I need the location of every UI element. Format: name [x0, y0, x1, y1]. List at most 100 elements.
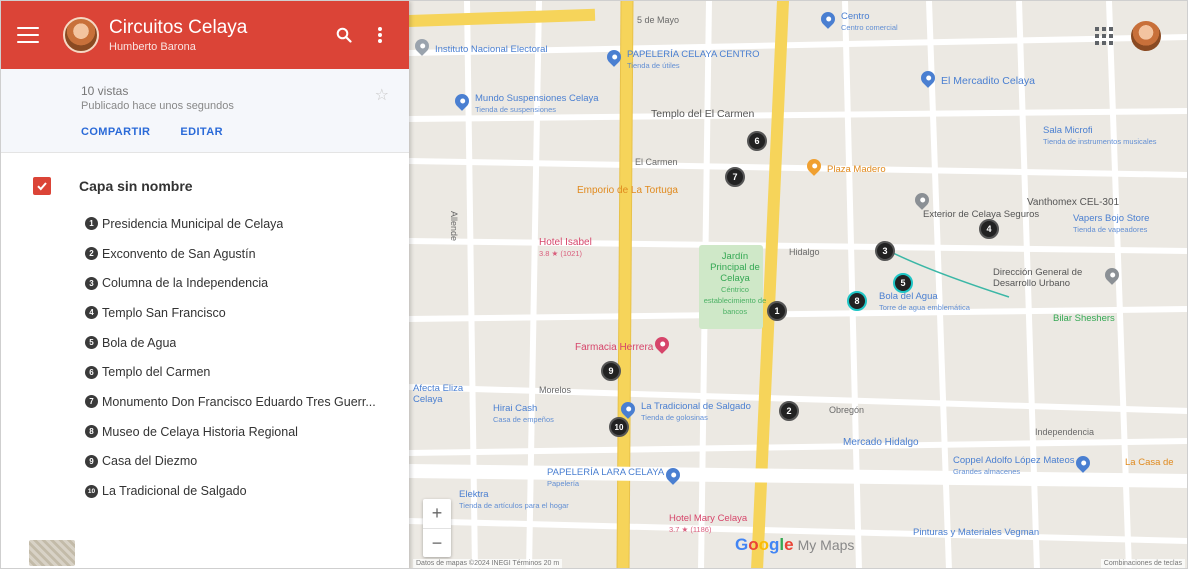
layer-section: Capa sin nombre 1 Presidencia Municipal d… — [1, 153, 409, 506]
list-item-label: Casa del Diezmo — [102, 454, 198, 469]
map-marker-2[interactable]: 2 — [779, 401, 799, 421]
poi[interactable]: Hotel Mary Celaya 3.7 ★ (1186) — [665, 513, 747, 535]
zoom-control: + − — [423, 499, 451, 557]
zoom-out-button[interactable]: − — [423, 528, 451, 557]
poi[interactable]: Centro Centro comercial — [818, 9, 898, 33]
poi[interactable]: Sala Microfi Tienda de instrumentos music… — [1039, 125, 1157, 147]
map-marker-5[interactable]: 5 — [893, 273, 913, 293]
poi[interactable]: Templo del El Carmen — [647, 109, 754, 120]
poi[interactable]: Mundo Suspensiones Celaya Tienda de suspe… — [452, 91, 599, 115]
poi[interactable]: La Casa de — [1121, 457, 1174, 468]
list-item-label: Templo San Francisco — [102, 305, 226, 320]
map-marker-3[interactable]: 3 — [875, 241, 895, 261]
street-label: Allende — [449, 210, 460, 242]
app-root: 5 de Mayo El Carmen Hidalgo Morelos Alle… — [0, 0, 1188, 569]
layer-items: 1 Presidencia Municipal de Celaya 2 Exconv… — [1, 209, 409, 506]
map-marker-1[interactable]: 1 — [767, 301, 787, 321]
street-label: Morelos — [539, 385, 572, 395]
map-attribution[interactable]: Datos de mapas ©2024 INEGI Términos 20 m — [413, 559, 563, 568]
list-item-label: La Tradicional de Salgado — [102, 484, 247, 499]
more-options-icon[interactable] — [365, 20, 395, 50]
poi[interactable]: Hotel Isabel 3.8 ★ (1021) — [535, 237, 592, 259]
poi[interactable]: Coppel Adolfo López Mateos Grandes almace… — [949, 453, 1094, 477]
list-item[interactable]: 6 Templo del Carmen — [1, 357, 409, 387]
list-item[interactable]: 7 Monumento Don Francisco Eduardo Tres Gu… — [1, 387, 409, 417]
list-item[interactable]: 5 Bola de Agua — [1, 328, 409, 358]
list-item-label: Columna de la Independencia — [102, 276, 269, 291]
google-my-maps-logo: Google My Maps — [735, 535, 854, 555]
number-badge: 6 — [85, 365, 98, 379]
poi[interactable]: Hirai Cash Casa de empeños — [489, 403, 554, 425]
poi[interactable]: PAPELERÍA LARA CELAYA Papelería — [543, 465, 684, 489]
poi[interactable]: Elektra Tienda de artículos para el hogar — [455, 489, 569, 511]
poi[interactable]: Pinturas y Materiales Vegman — [909, 527, 1039, 538]
map-author: Humberto Barona — [109, 41, 196, 53]
layer-visibility-checkbox[interactable] — [33, 177, 51, 195]
list-item[interactable]: 10 La Tradicional de Salgado — [1, 476, 409, 506]
list-item[interactable]: 4 Templo San Francisco — [1, 298, 409, 328]
map-marker-8[interactable]: 8 — [847, 291, 867, 311]
apps-grid-icon[interactable] — [1095, 27, 1113, 45]
poi[interactable]: Dirección General de Desarrollo Urbano — [989, 265, 1122, 289]
edit-button[interactable]: EDITAR — [180, 126, 223, 138]
map-actions: COMPARTIR EDITAR — [81, 126, 409, 138]
published-status: Publicado hace unos segundos — [81, 100, 234, 112]
poi[interactable]: Mercado Hidalgo — [839, 437, 919, 448]
street-label: 5 de Mayo — [637, 15, 680, 25]
poi[interactable]: La Tradicional de Salgado Tienda de golos… — [618, 399, 751, 423]
poi[interactable]: Exterior de Celaya Seguros — [912, 185, 1039, 220]
street-label: El Carmen — [635, 157, 678, 167]
keyboard-shortcuts-link[interactable]: Combinaciones de teclas — [1100, 559, 1185, 568]
account-avatar[interactable] — [1131, 21, 1161, 51]
poi[interactable]: Emporio de La Tortuga — [573, 185, 678, 196]
star-icon[interactable]: ☆ — [375, 85, 389, 105]
map-marker-9[interactable]: 9 — [601, 361, 621, 381]
poi[interactable]: PAPELERÍA CELAYA CENTRO Tienda de útiles — [604, 47, 760, 71]
base-map-thumbnail[interactable] — [29, 540, 75, 566]
poi[interactable]: El Mercadito Celaya — [918, 68, 1035, 91]
menu-icon[interactable] — [17, 27, 39, 43]
number-badge: 5 — [85, 336, 98, 350]
street-label: Hidalgo — [789, 247, 820, 257]
map-title[interactable]: Circuitos Celaya — [109, 17, 323, 39]
list-item-label: Presidencia Municipal de Celaya — [102, 216, 284, 231]
list-item-label: Exconvento de San Agustín — [102, 246, 256, 261]
number-badge: 7 — [85, 395, 98, 409]
google-wordmark: Google — [735, 535, 794, 554]
search-icon[interactable] — [329, 20, 359, 50]
poi[interactable]: Bola del Agua Torre de agua emblemática — [875, 291, 970, 313]
map-marker-10[interactable]: 10 — [609, 417, 629, 437]
poi[interactable]: Afecta Eliza Celaya — [409, 383, 473, 405]
panel-header: Circuitos Celaya Humberto Barona — [1, 1, 409, 69]
zoom-in-button[interactable]: + — [423, 499, 451, 528]
list-item-label: Museo de Celaya Historia Regional — [102, 424, 298, 439]
map-marker-7[interactable]: 7 — [725, 167, 745, 187]
street-label: Independencia — [1035, 427, 1095, 437]
layer-header: Capa sin nombre — [1, 173, 409, 199]
poi[interactable]: Plaza Madero — [804, 156, 886, 179]
list-item[interactable]: 2 Exconvento de San Agustín — [1, 239, 409, 269]
layer-name[interactable]: Capa sin nombre — [79, 178, 193, 194]
map-legend-panel: Circuitos Celaya Humberto Barona 10 vist… — [1, 1, 409, 568]
list-item[interactable]: 8 Museo de Celaya Historia Regional — [1, 417, 409, 447]
map-marker-4[interactable]: 4 — [979, 219, 999, 239]
number-badge: 3 — [85, 276, 98, 290]
share-button[interactable]: COMPARTIR — [81, 126, 150, 138]
map-marker-6[interactable]: 6 — [747, 131, 767, 151]
poi[interactable]: Jardín Principal de Celaya Céntrico estab… — [699, 251, 767, 317]
poi[interactable]: Vanthomex CEL-301 — [1023, 197, 1119, 208]
poi[interactable]: Vapers Bojo Store Tienda de vapeadores — [1069, 213, 1149, 235]
poi[interactable]: Farmacia Herrera — [571, 334, 673, 357]
view-count: 10 vistas — [81, 84, 129, 98]
list-item[interactable]: 3 Columna de la Independencia — [1, 268, 409, 298]
list-item[interactable]: 9 Casa del Diezmo — [1, 447, 409, 477]
list-item[interactable]: 1 Presidencia Municipal de Celaya — [1, 209, 409, 239]
number-badge: 10 — [85, 484, 98, 498]
number-badge: 2 — [85, 247, 98, 261]
street-label: Obregón — [829, 405, 865, 415]
author-avatar — [63, 17, 99, 53]
poi[interactable]: Instituto Nacional Electoral — [412, 36, 547, 59]
poi[interactable]: Bilar Sheshers — [1049, 313, 1115, 324]
list-item-label: Templo del Carmen — [102, 365, 211, 380]
map-canvas[interactable]: 5 de Mayo El Carmen Hidalgo Morelos Alle… — [409, 1, 1187, 568]
